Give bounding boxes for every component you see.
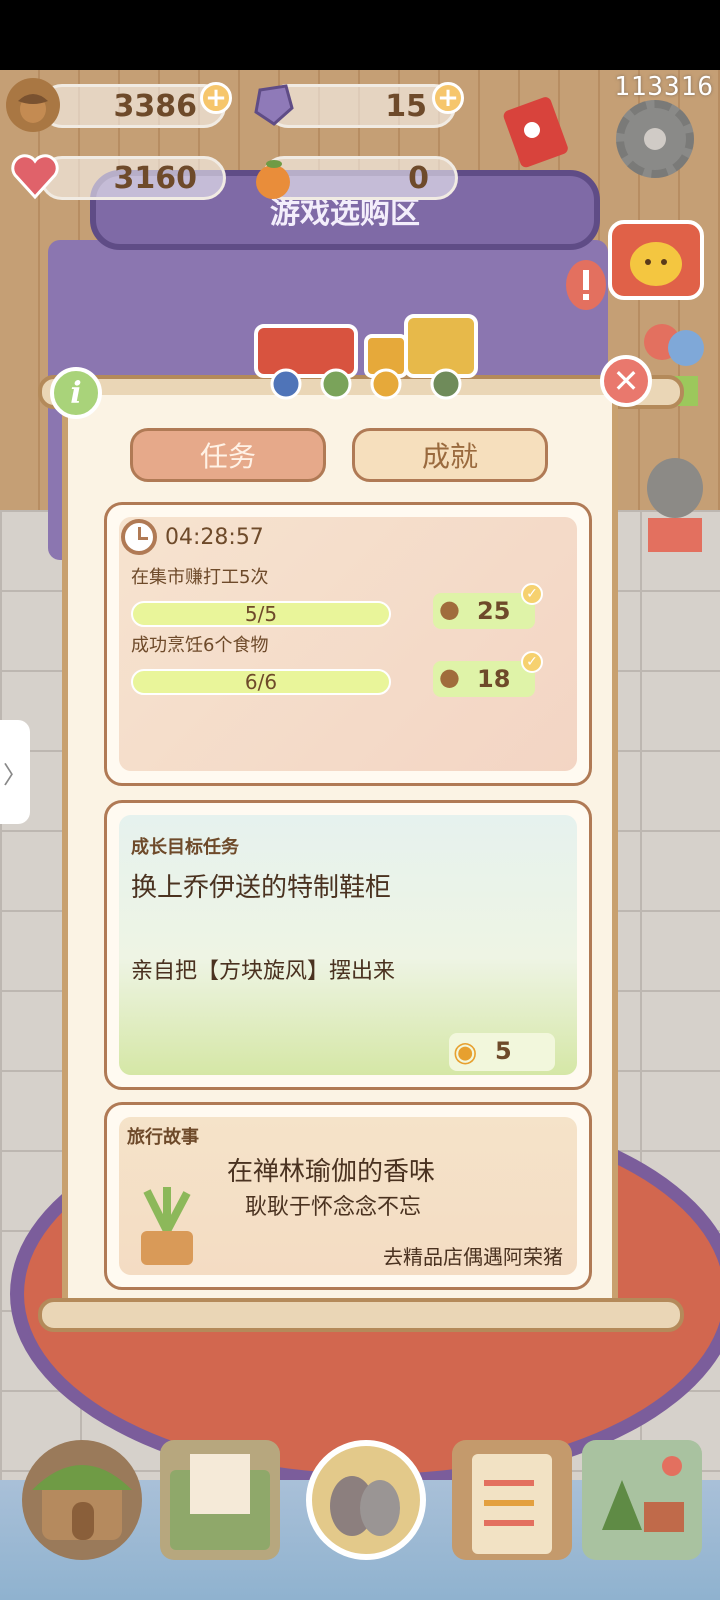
acorn-icon xyxy=(6,78,60,132)
task-reward-value-1: 25 xyxy=(477,597,511,625)
growth-title: 换上乔伊送的特制鞋柜 xyxy=(131,873,392,903)
task-progress-2: 6/6 xyxy=(131,669,391,695)
check-icon: ✓ xyxy=(521,583,543,605)
story-header: 旅行故事 xyxy=(127,1127,199,1148)
growth-task-card[interactable]: 成长目标任务 换上乔伊送的特制鞋柜 亲自把【方块旋风】摆出来 ◉ 5 xyxy=(104,800,592,1090)
task-progress-text-1: 5/5 xyxy=(244,602,278,626)
task-timer: 04:28:57 xyxy=(165,525,264,550)
heart-counter: 3160 xyxy=(40,156,226,200)
acorn-icon: ● xyxy=(439,595,460,623)
growth-description: 亲自把【方块旋风】摆出来 xyxy=(131,959,396,984)
orange-count: 0 xyxy=(408,160,429,196)
clock-icon xyxy=(121,519,157,555)
task-progress-text-2: 6/6 xyxy=(244,670,278,694)
sloth-gift-icon[interactable] xyxy=(640,448,710,558)
gem-count: 15 xyxy=(385,88,427,124)
potted-plant-icon xyxy=(127,1181,207,1271)
add-gems-button[interactable]: + xyxy=(432,82,464,114)
story-subtitle: 耿耿于怀念念不忘 xyxy=(245,1195,422,1220)
info-button[interactable]: i xyxy=(50,367,102,419)
toy-train-icon xyxy=(236,296,492,404)
letter-nav-button[interactable] xyxy=(160,1440,280,1560)
heart-icon xyxy=(8,150,62,204)
mail-icon[interactable] xyxy=(496,90,576,170)
growth-reward-value: 5 xyxy=(495,1037,512,1065)
acorn-icon: ● xyxy=(439,663,460,691)
story-title: 在禅林瑜伽的香味 xyxy=(227,1157,436,1187)
tv-icon[interactable] xyxy=(608,220,704,300)
growth-reward: ◉ 5 xyxy=(449,1033,555,1071)
scroll-bottom-rod xyxy=(38,1298,684,1332)
orange-icon xyxy=(246,152,300,206)
acorn-count: 3386 xyxy=(113,88,198,124)
map-nav-button[interactable] xyxy=(582,1440,702,1560)
game-screen: 游戏选购区 113316 3386 + 15 + 3160 0 〉 i ✕ 任务… xyxy=(0,70,720,1600)
pigeon-nav-button[interactable] xyxy=(306,1440,426,1560)
settings-gear-icon[interactable] xyxy=(616,100,694,178)
acorn-counter: 3386 xyxy=(40,84,226,128)
checklist-nav-button[interactable] xyxy=(452,1440,572,1560)
tab-tasks[interactable]: 任务 xyxy=(130,428,326,482)
task-reward-1[interactable]: ● 25 ✓ xyxy=(433,583,543,629)
task-reward-2[interactable]: ● 18 ✓ xyxy=(433,651,543,697)
tab-achievements[interactable]: 成就 xyxy=(352,428,548,482)
task-reward-value-2: 18 xyxy=(477,665,511,693)
close-button[interactable]: ✕ xyxy=(600,355,652,407)
home-nav-button[interactable] xyxy=(22,1440,142,1560)
daily-task-card: 04:28:57 在集市赚打工5次 5/5 ● 25 ✓ 成功烹饪6个食物 6/… xyxy=(104,502,592,786)
task-title-1: 在集市赚打工5次 xyxy=(131,567,269,588)
task-title-2: 成功烹饪6个食物 xyxy=(131,635,269,656)
check-icon: ✓ xyxy=(521,651,543,673)
travel-story-card[interactable]: 旅行故事 在禅林瑜伽的香味 耿耿于怀念念不忘 去精品店偶遇阿荣猪 xyxy=(104,1102,592,1290)
bell-icon: ◉ xyxy=(453,1035,478,1068)
task-progress-1: 5/5 xyxy=(131,601,391,627)
alert-icon[interactable] xyxy=(566,260,606,310)
heart-count: 3160 xyxy=(113,160,198,196)
side-drawer-arrow-icon[interactable]: 〉 xyxy=(0,720,30,824)
gem-icon xyxy=(246,78,300,132)
user-id: 113316 xyxy=(614,72,714,102)
add-acorns-button[interactable]: + xyxy=(200,82,232,114)
growth-header: 成长目标任务 xyxy=(131,837,239,858)
story-hint: 去精品店偶遇阿荣猪 xyxy=(383,1245,563,1269)
